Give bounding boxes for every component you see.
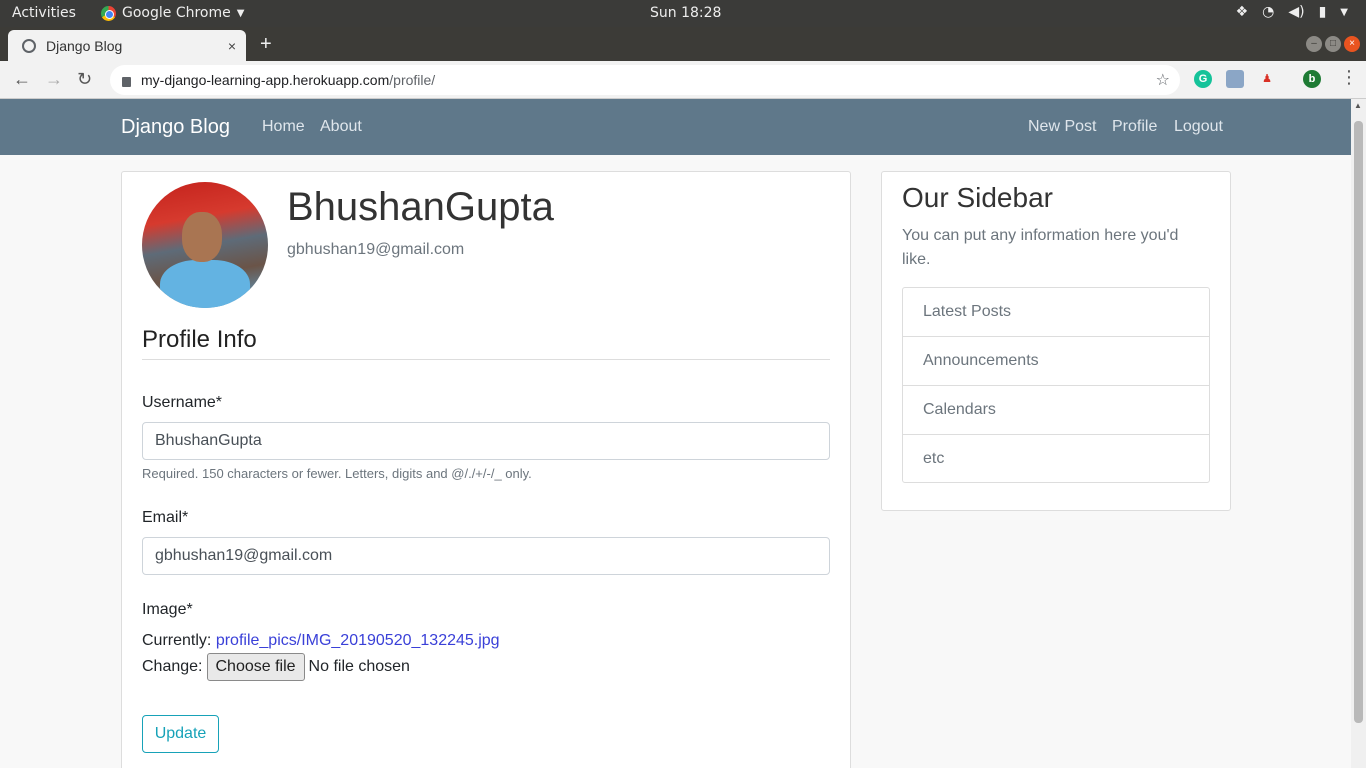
dropbox-icon[interactable]: ❖ (1236, 4, 1249, 20)
username-label: Username* (142, 394, 223, 411)
sidebar-title: Our Sidebar (902, 182, 1053, 213)
address-bar[interactable]: my-django-learning-app.herokuapp.com/pro… (110, 65, 1180, 95)
maximize-button[interactable]: □ (1325, 36, 1341, 52)
avatar (142, 182, 268, 308)
menu-kebab-icon[interactable]: ⋮ (1340, 67, 1358, 88)
profile-avatar-icon[interactable]: b (1303, 70, 1321, 88)
nav-home[interactable]: Home (262, 118, 305, 136)
current-image-link[interactable]: profile_pics/IMG_20190520_132245.jpg (216, 632, 500, 649)
sidebar: Our Sidebar You can put any information … (881, 171, 1231, 511)
url-path: /profile/ (389, 72, 436, 88)
update-button[interactable]: Update (142, 715, 219, 753)
extension-person-icon[interactable]: ♟ (1258, 70, 1276, 88)
page-scrollbar[interactable]: ▲ (1351, 99, 1366, 768)
sidebar-text: You can put any information here you'd l… (902, 227, 1179, 268)
site-brand[interactable]: Django Blog (121, 116, 230, 139)
sidebar-item-latest-posts[interactable]: Latest Posts (903, 288, 1209, 337)
change-image-row: Change: Choose file No file chosen (142, 653, 410, 681)
profile-username: BhushanGupta (287, 185, 554, 229)
email-input[interactable] (142, 537, 830, 575)
profile-email: gbhushan19@gmail.com (287, 241, 465, 258)
bookmark-star-icon[interactable]: ☆ (1156, 70, 1170, 90)
currently-label: Currently: (142, 632, 212, 649)
nav-profile[interactable]: Profile (1112, 118, 1157, 136)
divider (142, 359, 830, 360)
app-menu[interactable]: Google Chrome ▼ (101, 5, 244, 21)
tab-django-blog[interactable]: Django Blog × (8, 30, 246, 61)
chevron-down-icon: ▼ (1340, 6, 1348, 18)
sidebar-list: Latest Posts Announcements Calendars etc (902, 287, 1210, 483)
grammarly-icon[interactable]: G (1194, 70, 1212, 88)
volume-icon: ◀) (1288, 4, 1305, 20)
back-arrow-icon[interactable]: ← (13, 69, 31, 90)
sidebar-item-etc[interactable]: etc (903, 435, 1209, 482)
sidebar-item-calendars[interactable]: Calendars (903, 386, 1209, 435)
window-controls: – □ × (1306, 36, 1360, 52)
extension-icon[interactable] (1226, 70, 1244, 88)
no-file-chosen-text: No file chosen (308, 658, 410, 675)
username-input[interactable] (142, 422, 830, 460)
sidebar-item-announcements[interactable]: Announcements (903, 337, 1209, 386)
lock-icon (122, 77, 131, 87)
avatar-face (182, 212, 222, 262)
chrome-icon (101, 5, 116, 21)
tab-title: Django Blog (46, 37, 123, 54)
clock[interactable]: Sun 18:28 (650, 5, 721, 21)
section-title: Profile Info (142, 326, 257, 353)
tab-close-icon[interactable]: × (228, 38, 236, 54)
caret-down-icon: ▼ (236, 7, 245, 19)
username-help-text: Required. 150 characters or fewer. Lette… (142, 466, 532, 481)
app-name: Google Chrome (122, 5, 231, 21)
wifi-icon: ◔ (1262, 4, 1275, 20)
url-host: my-django-learning-app.herokuapp.com (141, 72, 390, 88)
forward-arrow-icon[interactable]: → (45, 69, 63, 90)
close-window-button[interactable]: × (1344, 36, 1360, 52)
system-tray[interactable]: ❖ ◔ ◀) ▮ ▼ (1236, 4, 1348, 20)
image-label: Image* (142, 601, 193, 618)
site-navbar: Django Blog Home About New Post Profile … (0, 99, 1351, 155)
new-tab-button[interactable]: + (260, 33, 272, 56)
avatar-shirt (160, 260, 250, 308)
nav-logout[interactable]: Logout (1174, 118, 1223, 136)
choose-file-button[interactable]: Choose file (206, 653, 305, 681)
tab-strip: Django Blog × (0, 27, 1366, 61)
reload-icon[interactable]: ↻ (77, 69, 92, 90)
change-label: Change: (142, 658, 203, 675)
browser-toolbar: ← → ↻ my-django-learning-app.herokuapp.c… (0, 61, 1366, 99)
scroll-up-icon[interactable]: ▲ (1354, 101, 1362, 110)
globe-icon (22, 38, 36, 53)
os-top-bar: Activities Google Chrome ▼ Sun 18:28 ❖ ◔… (0, 0, 1366, 27)
nav-about[interactable]: About (320, 118, 362, 136)
activities-button[interactable]: Activities (12, 5, 76, 21)
battery-icon: ▮ (1318, 4, 1327, 20)
nav-new-post[interactable]: New Post (1028, 118, 1096, 136)
profile-card: BhushanGupta gbhushan19@gmail.com Profil… (121, 171, 851, 768)
current-image-row: Currently: profile_pics/IMG_20190520_132… (142, 632, 500, 650)
scrollbar-thumb[interactable] (1354, 121, 1363, 723)
minimize-button[interactable]: – (1306, 36, 1322, 52)
email-label: Email* (142, 509, 189, 526)
